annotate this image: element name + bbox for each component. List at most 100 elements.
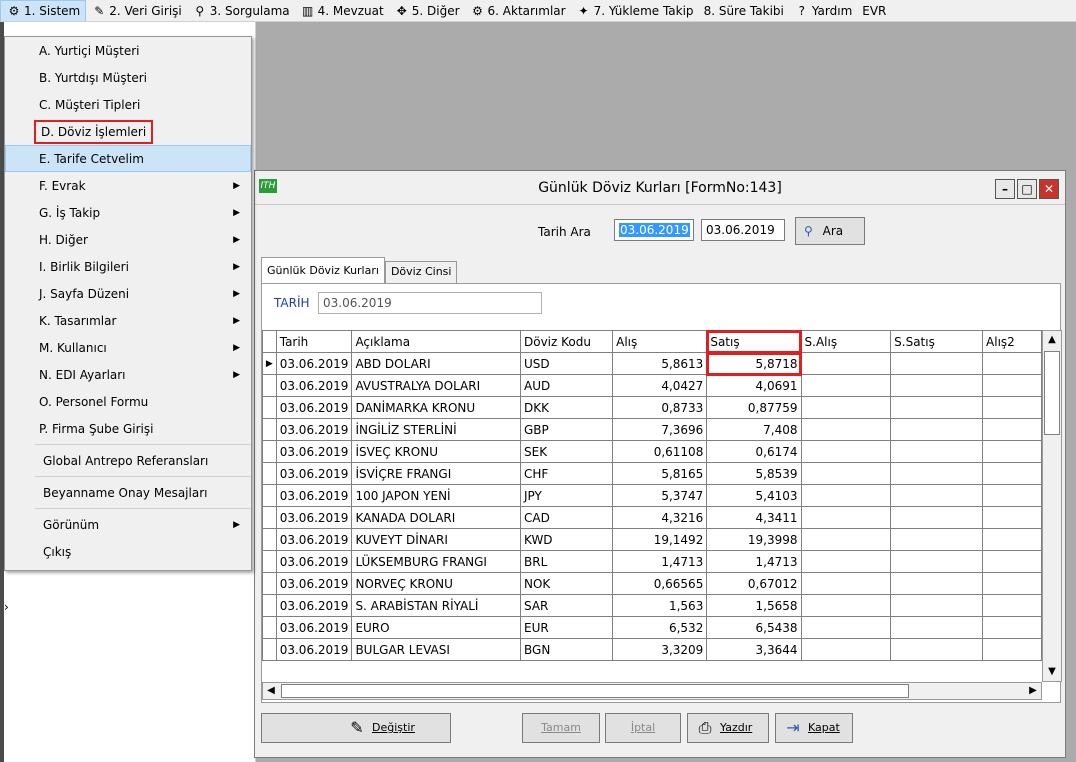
- table-cell[interactable]: DANİMARKA KRONU: [351, 396, 521, 419]
- table-row[interactable]: 03.06.2019 LÜKSEMBURG FRANGI BRL 1,4713 1,47…: [262, 550, 1042, 573]
- row-indicator[interactable]: [262, 616, 277, 639]
- table-row[interactable]: 03.06.2019 EURO EUR 6,532 6,5438: [262, 616, 1042, 639]
- table-cell[interactable]: [890, 418, 984, 441]
- table-cell[interactable]: 0,6174: [706, 440, 802, 463]
- menu-item-4[interactable]: ▥ 4. Mevzuat: [295, 0, 389, 21]
- table-cell[interactable]: [800, 396, 892, 419]
- table-row[interactable]: 03.06.2019 S. ARABİSTAN RİYALİ SAR 1,563 1,5…: [262, 594, 1042, 617]
- table-cell[interactable]: 03.06.2019: [275, 572, 353, 595]
- sistem-menu-item[interactable]: F. Evrak ▶: [5, 172, 251, 199]
- table-cell[interactable]: [800, 594, 892, 617]
- column-header[interactable]: Döviz Kodu: [519, 330, 614, 353]
- table-cell[interactable]: 03.06.2019: [275, 462, 353, 485]
- iptal-button[interactable]: İptal: [605, 713, 681, 743]
- table-cell[interactable]: [890, 352, 984, 375]
- sistem-menu-item[interactable]: P. Firma Şube Girişi: [5, 415, 251, 442]
- table-cell[interactable]: [982, 352, 1042, 375]
- tab-doviz-cinsi[interactable]: Döviz Cinsi: [384, 261, 458, 283]
- column-header[interactable]: Açıklama: [351, 330, 521, 353]
- expand-arrow-icon[interactable]: ›: [4, 600, 9, 614]
- row-indicator[interactable]: [262, 484, 277, 507]
- table-cell[interactable]: [890, 396, 984, 419]
- menu-item-10[interactable]: EVR: [857, 0, 891, 21]
- table-cell[interactable]: NOK: [519, 572, 614, 595]
- table-cell[interactable]: 03.06.2019: [275, 506, 353, 529]
- row-indicator[interactable]: [262, 440, 277, 463]
- table-cell[interactable]: 03.06.2019: [275, 550, 353, 573]
- row-indicator[interactable]: ▶: [262, 352, 277, 375]
- table-cell[interactable]: [800, 462, 892, 485]
- table-cell[interactable]: 4,0691: [706, 374, 802, 397]
- table-cell[interactable]: S. ARABİSTAN RİYALİ: [351, 594, 521, 617]
- table-cell[interactable]: 0,67012: [706, 572, 802, 595]
- row-indicator[interactable]: [262, 572, 277, 595]
- yazdir-button[interactable]: ⎙ Yazdır: [687, 713, 769, 743]
- table-cell[interactable]: SAR: [519, 594, 614, 617]
- scroll-thumb[interactable]: [1044, 351, 1060, 435]
- table-cell[interactable]: 03.06.2019: [275, 528, 353, 551]
- table-row[interactable]: 03.06.2019 KANADA DOLARI CAD 4,3216 4,3411: [262, 506, 1042, 529]
- table-cell[interactable]: [982, 594, 1042, 617]
- table-cell[interactable]: 19,1492: [612, 528, 708, 551]
- table-cell[interactable]: 0,8733: [612, 396, 708, 419]
- table-row[interactable]: 03.06.2019 İSVİÇRE FRANGI CHF 5,8165 5,8539: [262, 462, 1042, 485]
- tarih-field[interactable]: 03.06.2019: [318, 292, 542, 314]
- table-cell[interactable]: 0,61108: [612, 440, 708, 463]
- hscroll-thumb[interactable]: [281, 684, 909, 698]
- menu-item-9[interactable]: ? Yardım: [789, 0, 857, 21]
- table-cell[interactable]: [982, 550, 1042, 573]
- table-cell[interactable]: AVUSTRALYA DOLARI: [351, 374, 521, 397]
- table-cell[interactable]: 100 JAPON YENİ: [351, 484, 521, 507]
- sistem-menu-item[interactable]: J. Sayfa Düzeni ▶: [5, 280, 251, 307]
- table-cell[interactable]: 6,532: [612, 616, 708, 639]
- sistem-menu-item[interactable]: Görünüm ▶: [5, 511, 251, 538]
- table-row[interactable]: 03.06.2019 DANİMARKA KRONU DKK 0,8733 0,8775…: [262, 396, 1042, 419]
- table-cell[interactable]: 0,87759: [706, 396, 802, 419]
- table-cell[interactable]: JPY: [519, 484, 614, 507]
- table-cell[interactable]: [800, 352, 892, 375]
- maximize-button[interactable]: □: [1017, 179, 1037, 199]
- table-cell[interactable]: [890, 550, 984, 573]
- table-cell[interactable]: 5,8718: [705, 351, 803, 376]
- menu-item-1[interactable]: ⚙ 1. Sistem: [0, 0, 87, 21]
- table-row[interactable]: 03.06.2019 AVUSTRALYA DOLARI AUD 4,0427 4,06…: [262, 374, 1042, 397]
- table-cell[interactable]: [800, 616, 892, 639]
- table-cell[interactable]: SEK: [519, 440, 614, 463]
- table-cell[interactable]: [800, 572, 892, 595]
- table-cell[interactable]: [800, 484, 892, 507]
- sistem-menu-item[interactable]: E. Tarife Cetvelim: [5, 145, 251, 172]
- table-cell[interactable]: 03.06.2019: [275, 484, 353, 507]
- menu-item-5[interactable]: ✥ 5. Diğer: [389, 0, 465, 21]
- sistem-menu-item[interactable]: K. Tasarımlar ▶: [5, 307, 251, 334]
- column-header[interactable]: Satış: [705, 330, 803, 354]
- table-cell[interactable]: [890, 638, 984, 661]
- table-cell[interactable]: EUR: [519, 616, 614, 639]
- row-indicator[interactable]: [262, 462, 277, 485]
- scroll-right-icon[interactable]: ▶: [1025, 683, 1041, 699]
- table-row[interactable]: 03.06.2019 KUVEYT DİNARI KWD 19,1492 19,3998: [262, 528, 1042, 551]
- menu-item-2[interactable]: ✎ 2. Veri Girişi: [86, 0, 187, 21]
- table-cell[interactable]: İSVEÇ KRONU: [351, 440, 521, 463]
- table-cell[interactable]: 5,3747: [612, 484, 708, 507]
- scroll-up-icon[interactable]: ▲: [1044, 331, 1060, 349]
- table-cell[interactable]: 1,563: [612, 594, 708, 617]
- tab-gunluk-doviz-kurlari[interactable]: Günlük Döviz Kurları: [261, 257, 385, 283]
- table-cell[interactable]: [890, 594, 984, 617]
- table-cell[interactable]: [890, 616, 984, 639]
- sistem-menu-item[interactable]: D. Döviz İşlemleri: [5, 118, 251, 145]
- table-cell[interactable]: [890, 506, 984, 529]
- table-cell[interactable]: 0,66565: [612, 572, 708, 595]
- table-cell[interactable]: 03.06.2019: [275, 440, 353, 463]
- table-cell[interactable]: CHF: [519, 462, 614, 485]
- column-header[interactable]: Alış: [612, 330, 708, 353]
- table-cell[interactable]: [890, 374, 984, 397]
- table-cell[interactable]: 7,3696: [612, 418, 708, 441]
- table-row[interactable]: 03.06.2019 İSVEÇ KRONU SEK 0,61108 0,6174: [262, 440, 1042, 463]
- table-cell[interactable]: [800, 550, 892, 573]
- table-cell[interactable]: [890, 572, 984, 595]
- table-cell[interactable]: [890, 484, 984, 507]
- table-cell[interactable]: GBP: [519, 418, 614, 441]
- sistem-menu-item[interactable]: M. Kullanıcı ▶: [5, 334, 251, 361]
- table-cell[interactable]: 1,4713: [706, 550, 802, 573]
- table-cell[interactable]: [890, 528, 984, 551]
